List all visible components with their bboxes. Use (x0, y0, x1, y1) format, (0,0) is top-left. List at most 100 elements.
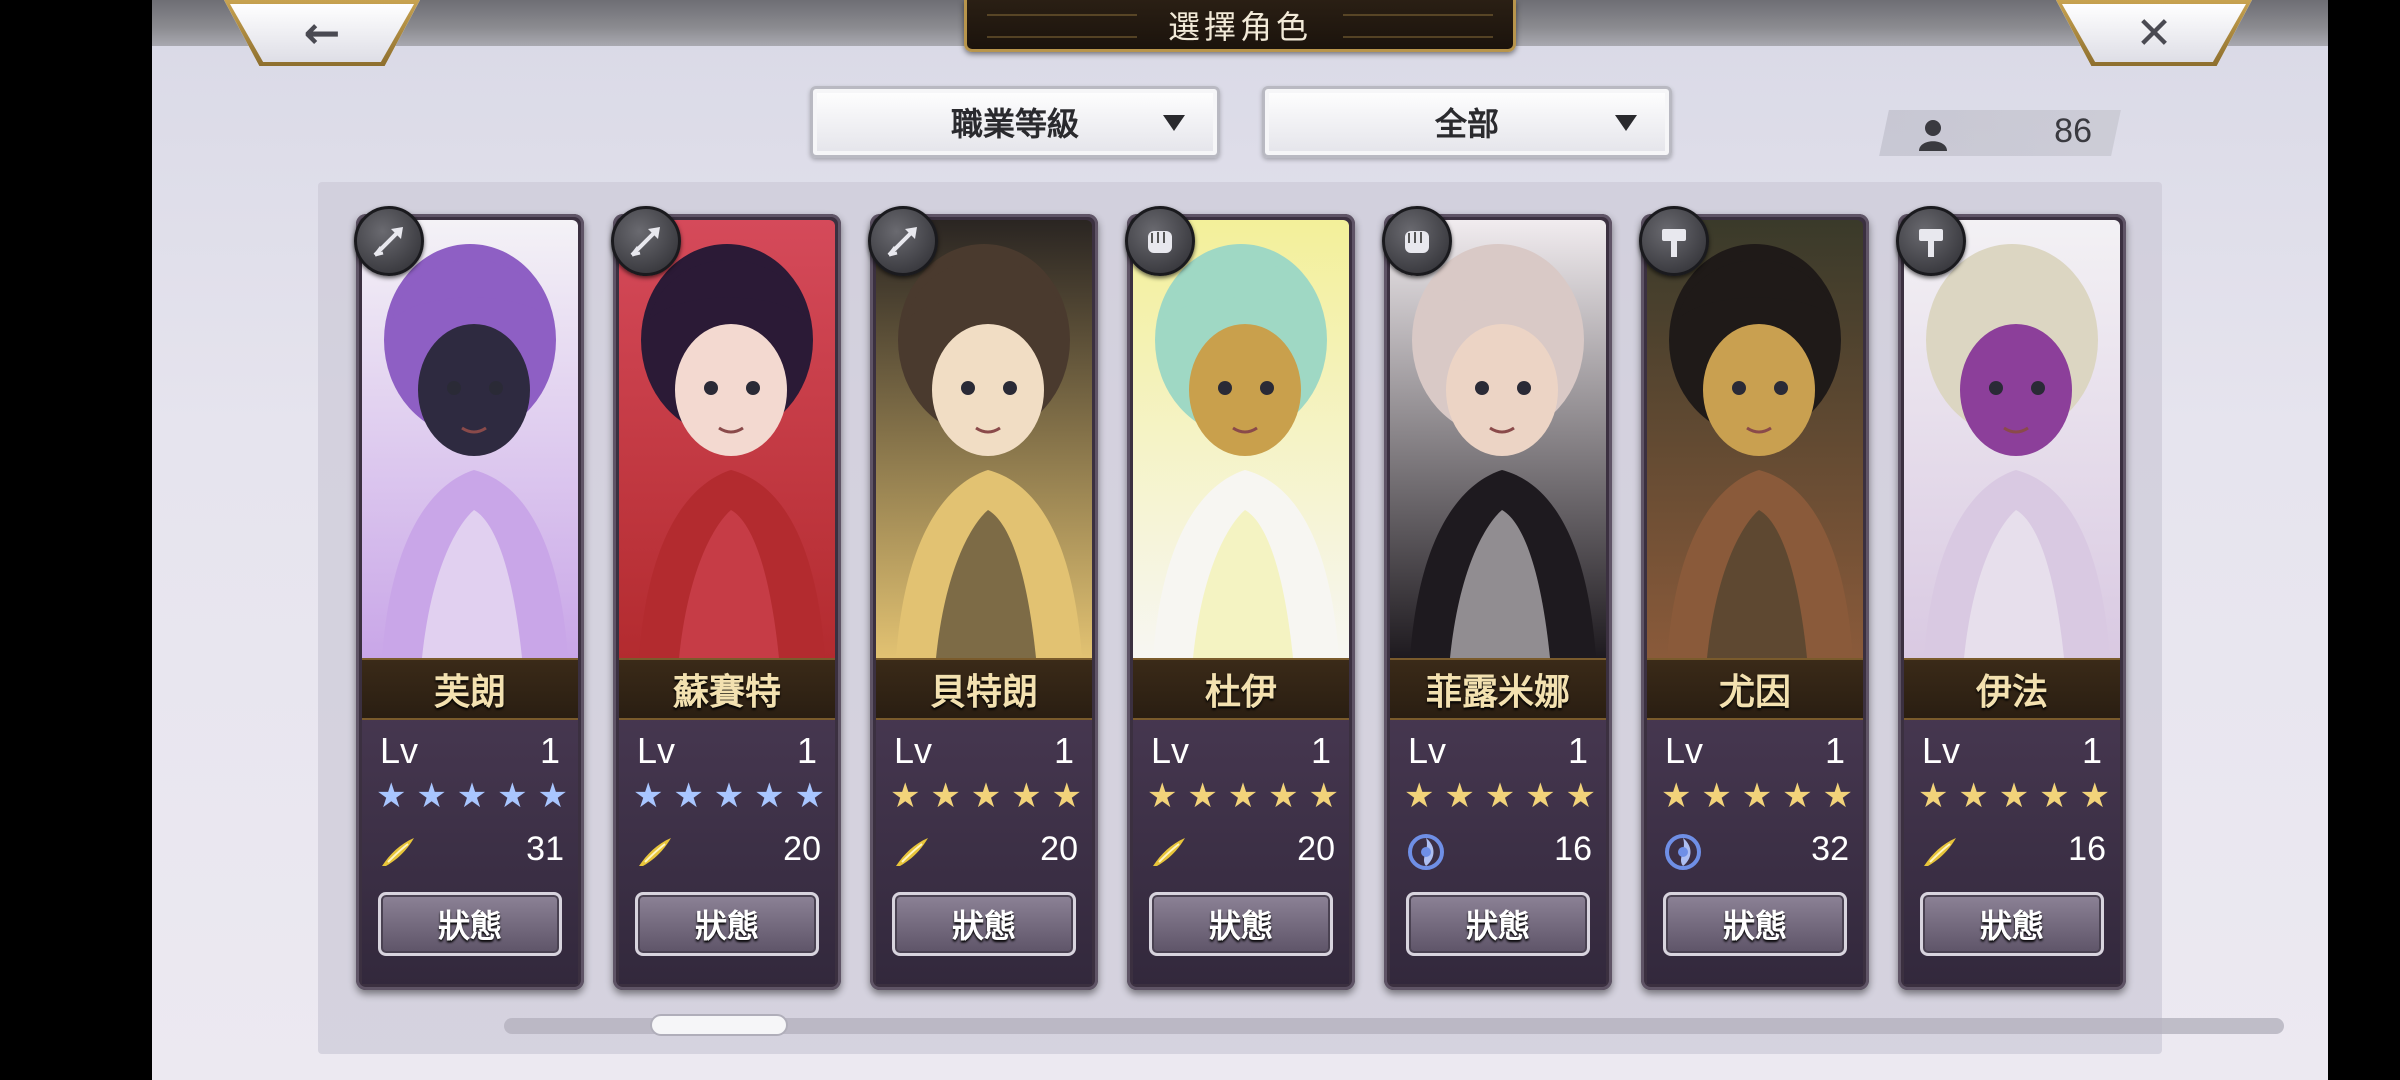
status-button[interactable]: 狀態 (1149, 892, 1333, 956)
level-value: 1 (539, 730, 560, 771)
rarity-stars: ★ ★ ★ ★ ★ (1404, 776, 1596, 816)
rarity-star-icon: ★ (1484, 776, 1516, 816)
character-card[interactable]: 貝特朗 Lv 1 ★ ★ ★ ★ ★ 20 狀態 (870, 214, 1098, 990)
rarity-stars: ★ ★ ★ ★ ★ (1147, 776, 1339, 816)
status-button[interactable]: 狀態 (1920, 892, 2104, 956)
character-name: 伊法 (1975, 671, 2048, 713)
character-stats: Lv 1 ★ ★ ★ ★ ★ 32 狀態 (1647, 720, 1863, 984)
arrow-icon (868, 206, 938, 276)
scrollbar-thumb[interactable] (650, 1014, 788, 1036)
rarity-star-icon: ★ (1998, 776, 2030, 816)
character-portrait (876, 220, 1092, 658)
character-portrait (1390, 220, 1606, 658)
rarity-star-icon: ★ (1011, 776, 1042, 816)
rarity-star-icon: ★ (713, 776, 745, 816)
rarity-star-icon: ★ (456, 776, 488, 816)
rarity-star-icon: ★ (1782, 776, 1813, 816)
rarity-star-icon: ★ (497, 776, 528, 816)
class-level-dropdown-label: 職業等級 (950, 105, 1079, 143)
status-button[interactable]: 狀態 (1406, 892, 1590, 956)
rarity-star-icon: ★ (754, 776, 785, 816)
character-stats: Lv 1 ★ ★ ★ ★ ★ 20 狀態 (619, 720, 835, 984)
status-button[interactable]: 狀態 (378, 892, 562, 956)
rarity-star-icon: ★ (930, 776, 961, 816)
rarity-stars: ★ ★ ★ ★ ★ (633, 776, 825, 816)
close-button[interactable]: ✕ (2056, 0, 2252, 66)
character-name: 貝特朗 (929, 671, 1038, 713)
character-card[interactable]: 尤因 Lv 1 ★ ★ ★ ★ ★ 32 狀態 (1641, 214, 1869, 990)
rarity-stars: ★ ★ ★ ★ ★ (1661, 776, 1853, 816)
character-card[interactable]: 菲露米娜 Lv 1 ★ ★ ★ ★ ★ 16 狀態 (1384, 214, 1612, 990)
character-portrait (1133, 220, 1349, 658)
game-screen: ← 選擇角色 ✕ 職業等級 全部 86 芙朗 Lv 1 ★ ★ ★ ★ ★ 31… (152, 0, 2328, 1080)
status-button-label: 狀態 (1208, 907, 1273, 945)
status-button[interactable]: 狀態 (635, 892, 819, 956)
rarity-star-icon: ★ (1444, 776, 1475, 816)
dropdown-arrow-icon (1163, 115, 1185, 131)
level-label: Lv (1408, 730, 1447, 771)
party-count-value: 86 (2054, 112, 2092, 150)
rarity-star-icon: ★ (2079, 776, 2110, 816)
page-title: 選擇角色 (1167, 7, 1312, 46)
person-icon (1919, 120, 1947, 151)
character-card[interactable]: 蘇賽特 Lv 1 ★ ★ ★ ★ ★ 20 狀態 (613, 214, 841, 990)
level-label: Lv (1151, 730, 1190, 771)
filter-all-dropdown-label: 全部 (1434, 105, 1499, 143)
status-button[interactable]: 狀態 (1663, 892, 1847, 956)
rarity-stars: ★ ★ ★ ★ ★ (376, 776, 568, 816)
character-stats: Lv 1 ★ ★ ★ ★ ★ 20 狀態 (1133, 720, 1349, 984)
character-portrait (619, 220, 835, 658)
rarity-stars: ★ ★ ★ ★ ★ (890, 776, 1082, 816)
status-button-label: 狀態 (437, 907, 502, 945)
status-button[interactable]: 狀態 (892, 892, 1076, 956)
hammer-icon (1896, 206, 1966, 276)
rarity-star-icon: ★ (537, 776, 568, 816)
rarity-star-icon: ★ (1661, 776, 1692, 816)
back-button[interactable]: ← (224, 0, 420, 66)
level-label: Lv (894, 730, 933, 771)
rarity-star-icon: ★ (376, 776, 407, 816)
character-name-bar: 尤因 (1647, 658, 1863, 720)
rarity-star-icon: ★ (794, 776, 825, 816)
wind-icon (892, 832, 932, 872)
level-label: Lv (380, 730, 419, 771)
level-label: Lv (1665, 730, 1704, 771)
character-stat-value: 20 (1297, 830, 1335, 868)
rarity-star-icon: ★ (673, 776, 704, 816)
character-stats: Lv 1 ★ ★ ★ ★ ★ 20 狀態 (876, 720, 1092, 984)
character-portrait (362, 220, 578, 658)
character-stat-value: 16 (1554, 830, 1592, 868)
rarity-star-icon: ★ (1822, 776, 1853, 816)
level-value: 1 (796, 730, 817, 771)
character-stat-value: 20 (783, 830, 821, 868)
level-value: 1 (1310, 730, 1331, 771)
character-card[interactable]: 伊法 Lv 1 ★ ★ ★ ★ ★ 16 狀態 (1898, 214, 2126, 990)
level-label: Lv (1922, 730, 1961, 771)
character-name-bar: 杜伊 (1133, 658, 1349, 720)
character-stats: Lv 1 ★ ★ ★ ★ ★ 16 狀態 (1904, 720, 2120, 984)
character-name: 杜伊 (1204, 671, 1277, 713)
character-name: 菲露米娜 (1425, 671, 1570, 713)
character-name-bar: 貝特朗 (876, 658, 1092, 720)
class-level-dropdown[interactable]: 職業等級 (810, 86, 1220, 158)
rarity-star-icon: ★ (1187, 776, 1218, 816)
rarity-star-icon: ★ (890, 776, 921, 816)
wind-icon (378, 832, 418, 872)
status-button-label: 狀態 (694, 907, 759, 945)
level-value: 1 (1567, 730, 1588, 771)
character-stat-value: 32 (1811, 830, 1849, 868)
character-name-bar: 芙朗 (362, 658, 578, 720)
character-card[interactable]: 芙朗 Lv 1 ★ ★ ★ ★ ★ 31 狀態 (356, 214, 584, 990)
character-card[interactable]: 杜伊 Lv 1 ★ ★ ★ ★ ★ 20 狀態 (1127, 214, 1355, 990)
hammer-icon (1639, 206, 1709, 276)
rarity-star-icon: ★ (633, 776, 664, 816)
status-button-label: 狀態 (1465, 907, 1530, 945)
filter-all-dropdown[interactable]: 全部 (1262, 86, 1672, 158)
rarity-star-icon: ★ (1918, 776, 1949, 816)
character-stats: Lv 1 ★ ★ ★ ★ ★ 16 狀態 (1390, 720, 1606, 984)
arrow-icon (611, 206, 681, 276)
level-value: 1 (1824, 730, 1845, 771)
wind-icon (1149, 832, 1189, 872)
character-stat-value: 16 (2068, 830, 2106, 868)
status-button-label: 狀態 (1979, 907, 2044, 945)
